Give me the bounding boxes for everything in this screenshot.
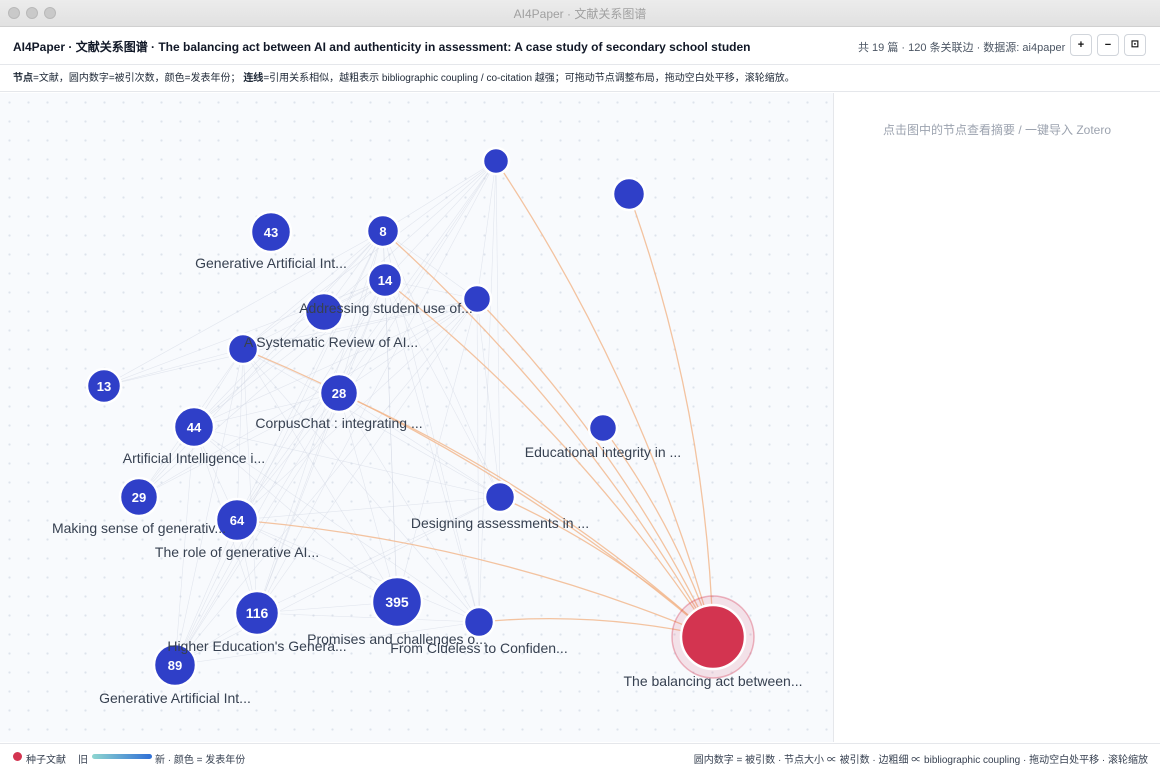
node-citation-count: 43 [264, 225, 278, 240]
coupling-edge [384, 279, 480, 623]
coupling-edge [382, 160, 497, 232]
coupling-edge [236, 298, 478, 521]
paper-node[interactable]: 28 [318, 372, 360, 414]
node-title-label: A Systematic Review of AI... [244, 334, 418, 350]
zoom-in-button[interactable]: + [1070, 34, 1092, 56]
year-gradient-bar [92, 754, 152, 759]
paper-node[interactable]: 395 [370, 575, 424, 629]
coupling-edge [236, 348, 244, 521]
node-title-label: From Clueless to Confiden... [390, 640, 567, 656]
paper-node[interactable]: 14 [366, 261, 404, 299]
node-citation-count: 89 [168, 658, 182, 673]
paper-node[interactable]: 116 [233, 589, 281, 637]
node-circle[interactable] [481, 146, 511, 176]
coupling-edge [256, 612, 480, 623]
coupling-edge [174, 160, 497, 666]
node-circle[interactable] [587, 412, 619, 444]
year-new-label: 新 · 颜色 = 发表年份 [155, 755, 246, 766]
graph-svg[interactable]: 43 8 14 13 28 44 29 64 116 395 89 Generative Artif… [0, 93, 833, 742]
coupling-edge [138, 298, 478, 498]
node-title-label: CorpusChat : integrating ... [255, 415, 422, 431]
coupling-edge [242, 348, 258, 614]
node-title-label: Addressing student use of... [299, 300, 473, 316]
node-title-label: Making sense of generativ... [52, 520, 226, 536]
node-citation-count: 44 [187, 420, 202, 435]
paper-node[interactable] [483, 480, 517, 514]
node-citation-count: 14 [378, 273, 393, 288]
paper-node[interactable]: 8 [365, 213, 401, 249]
legend-bar: 节点=文献，圆内数字=被引次数，颜色=发表年份； 连线=引用关系相似，越粗表示 … [0, 65, 1160, 92]
seed-legend-label: 种子文献 [26, 755, 66, 766]
paper-node[interactable]: 43 [249, 210, 293, 254]
coupling-edge [476, 160, 497, 300]
graph-canvas[interactable]: 43 8 14 13 28 44 29 64 116 395 89 Generative Artif… [0, 93, 834, 742]
paper-node[interactable]: 44 [172, 405, 216, 449]
seed-citation-edge [495, 160, 714, 638]
coupling-edge [476, 298, 501, 498]
node-citation-count: 116 [246, 605, 269, 621]
node-circle[interactable] [679, 603, 747, 671]
paper-node[interactable] [587, 412, 619, 444]
coupling-edge [476, 298, 480, 623]
coupling-edge [338, 392, 501, 498]
coupling-edge [338, 160, 497, 394]
node-citation-count: 13 [97, 379, 111, 394]
legend-nodes-text: =文献，圆内数字=被引次数，颜色=发表年份； [33, 73, 241, 84]
legend-nodes-key: 节点 [13, 73, 33, 84]
node-citation-count: 8 [379, 224, 386, 239]
app-window: AI4Paper · 文献关系图谱 AI4Paper · 文献关系图谱 · Th… [0, 0, 1160, 768]
legend-edges-text: =引用关系相似，越粗表示 bibliographic coupling / co… [263, 73, 795, 84]
seed-legend-dot [13, 752, 22, 761]
node-citation-count: 28 [332, 386, 346, 401]
paper-node[interactable] [481, 146, 511, 176]
detail-side-panel: 点击图中的节点查看摘要 / 一键导入 Zotero [834, 93, 1160, 742]
fit-view-button[interactable]: ⊡ [1124, 34, 1146, 56]
node-title-label: The balancing act between... [623, 673, 802, 689]
legend-edges-key: 连线 [243, 73, 264, 84]
node-circle[interactable] [483, 480, 517, 514]
coupling-edge [495, 160, 501, 498]
node-citation-count: 395 [385, 594, 409, 610]
paper-node[interactable]: 29 [118, 476, 160, 518]
window-title: AI4Paper · 文献关系图谱 [513, 7, 647, 21]
seed-paper-node[interactable] [671, 595, 755, 679]
node-citation-count: 64 [230, 513, 245, 528]
coupling-edge [384, 160, 497, 281]
coupling-edge [103, 348, 244, 387]
page-title: AI4Paper · 文献关系图谱 · The balancing act be… [13, 40, 751, 54]
coupling-edge [478, 160, 497, 623]
paper-node[interactable]: 13 [85, 367, 123, 405]
node-title-label: Designing assessments in ... [411, 515, 589, 531]
node-citation-count: 29 [132, 490, 146, 505]
node-title-label: The role of generative AI... [155, 544, 319, 560]
side-panel-hint: 点击图中的节点查看摘要 / 一键导入 Zotero [882, 123, 1112, 137]
paper-node[interactable] [611, 176, 647, 212]
node-title-label: Generative Artificial Int... [195, 255, 347, 271]
node-title-label: Artificial Intelligence i... [123, 450, 265, 466]
node-title-label: Educational integrity in ... [525, 444, 681, 460]
app-header: AI4Paper · 文献关系图谱 · The balancing act be… [0, 27, 1160, 65]
title-bar: AI4Paper · 文献关系图谱 [0, 0, 1160, 27]
node-title-label: Generative Artificial Int... [99, 690, 251, 706]
seed-citation-edge [382, 230, 714, 638]
node-circle[interactable] [611, 176, 647, 212]
coupling-edge [384, 279, 398, 603]
footer-bar: 种子文献 旧 新 · 颜色 = 发表年份 圆内数字 = 被引数 · 节点大小 ∝… [0, 743, 1160, 768]
zoom-out-button[interactable]: − [1097, 34, 1119, 56]
footer-help-text: 圆内数字 = 被引数 · 节点大小 ∝ 被引数 · 边粗细 ∝ bibliogr… [693, 755, 1148, 766]
seed-citation-edge [628, 193, 714, 638]
graph-stats: 共 19 篇 · 120 条关联边 · 数据源: ai4paper [858, 42, 1066, 54]
year-old-label: 旧 [78, 755, 88, 766]
